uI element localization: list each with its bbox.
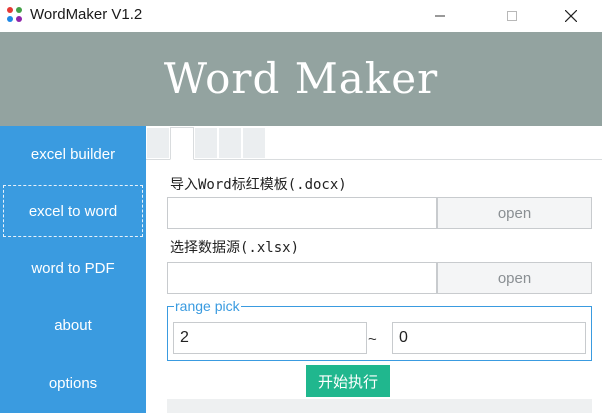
close-icon: [565, 10, 577, 22]
range-separator: ~: [368, 331, 377, 348]
template-open-button[interactable]: open: [437, 197, 592, 229]
close-button[interactable]: [548, 0, 594, 32]
range-from-field[interactable]: 2: [173, 322, 367, 354]
tab-4[interactable]: [218, 127, 242, 159]
template-label: 导入Word标红模板(.docx): [170, 177, 347, 193]
run-button[interactable]: 开始执行: [306, 365, 390, 397]
app-icon: [7, 7, 23, 23]
main-panel: 导入Word标红模板(.docx) open 选择数据源(.xlsx) open…: [146, 126, 602, 413]
app-window: WordMaker V1.2 Word Maker excel builder …: [0, 0, 602, 413]
sidebar: excel builder excel to word word to PDF …: [0, 126, 146, 413]
minimize-button[interactable]: [417, 0, 463, 32]
maximize-icon: [507, 11, 517, 21]
bottom-strip: [167, 399, 592, 413]
sidebar-item-word-to-pdf[interactable]: word to PDF: [3, 242, 143, 294]
tab-2[interactable]: [170, 127, 194, 160]
window-title: WordMaker V1.2: [30, 6, 143, 23]
minimize-icon: [435, 15, 445, 17]
range-pick-title: range pick: [174, 298, 241, 314]
title-bar[interactable]: WordMaker V1.2: [0, 0, 602, 32]
header-banner: Word Maker: [0, 32, 602, 126]
tab-strip: [146, 126, 602, 160]
range-to-field[interactable]: 0: [392, 322, 586, 354]
tab-3[interactable]: [194, 127, 218, 159]
sidebar-item-excel-to-word[interactable]: excel to word: [3, 185, 143, 237]
sidebar-item-about[interactable]: about: [3, 299, 143, 351]
maximize-button[interactable]: [489, 0, 535, 32]
tab-5[interactable]: [242, 127, 266, 159]
sidebar-item-excel-builder[interactable]: excel builder: [3, 128, 143, 180]
source-open-button[interactable]: open: [437, 262, 592, 294]
banner-title: Word Maker: [163, 54, 439, 103]
template-path-field[interactable]: [167, 197, 437, 229]
source-path-field[interactable]: [167, 262, 437, 294]
tab-1[interactable]: [146, 127, 170, 159]
source-label: 选择数据源(.xlsx): [170, 240, 300, 256]
sidebar-item-options[interactable]: options: [3, 357, 143, 409]
